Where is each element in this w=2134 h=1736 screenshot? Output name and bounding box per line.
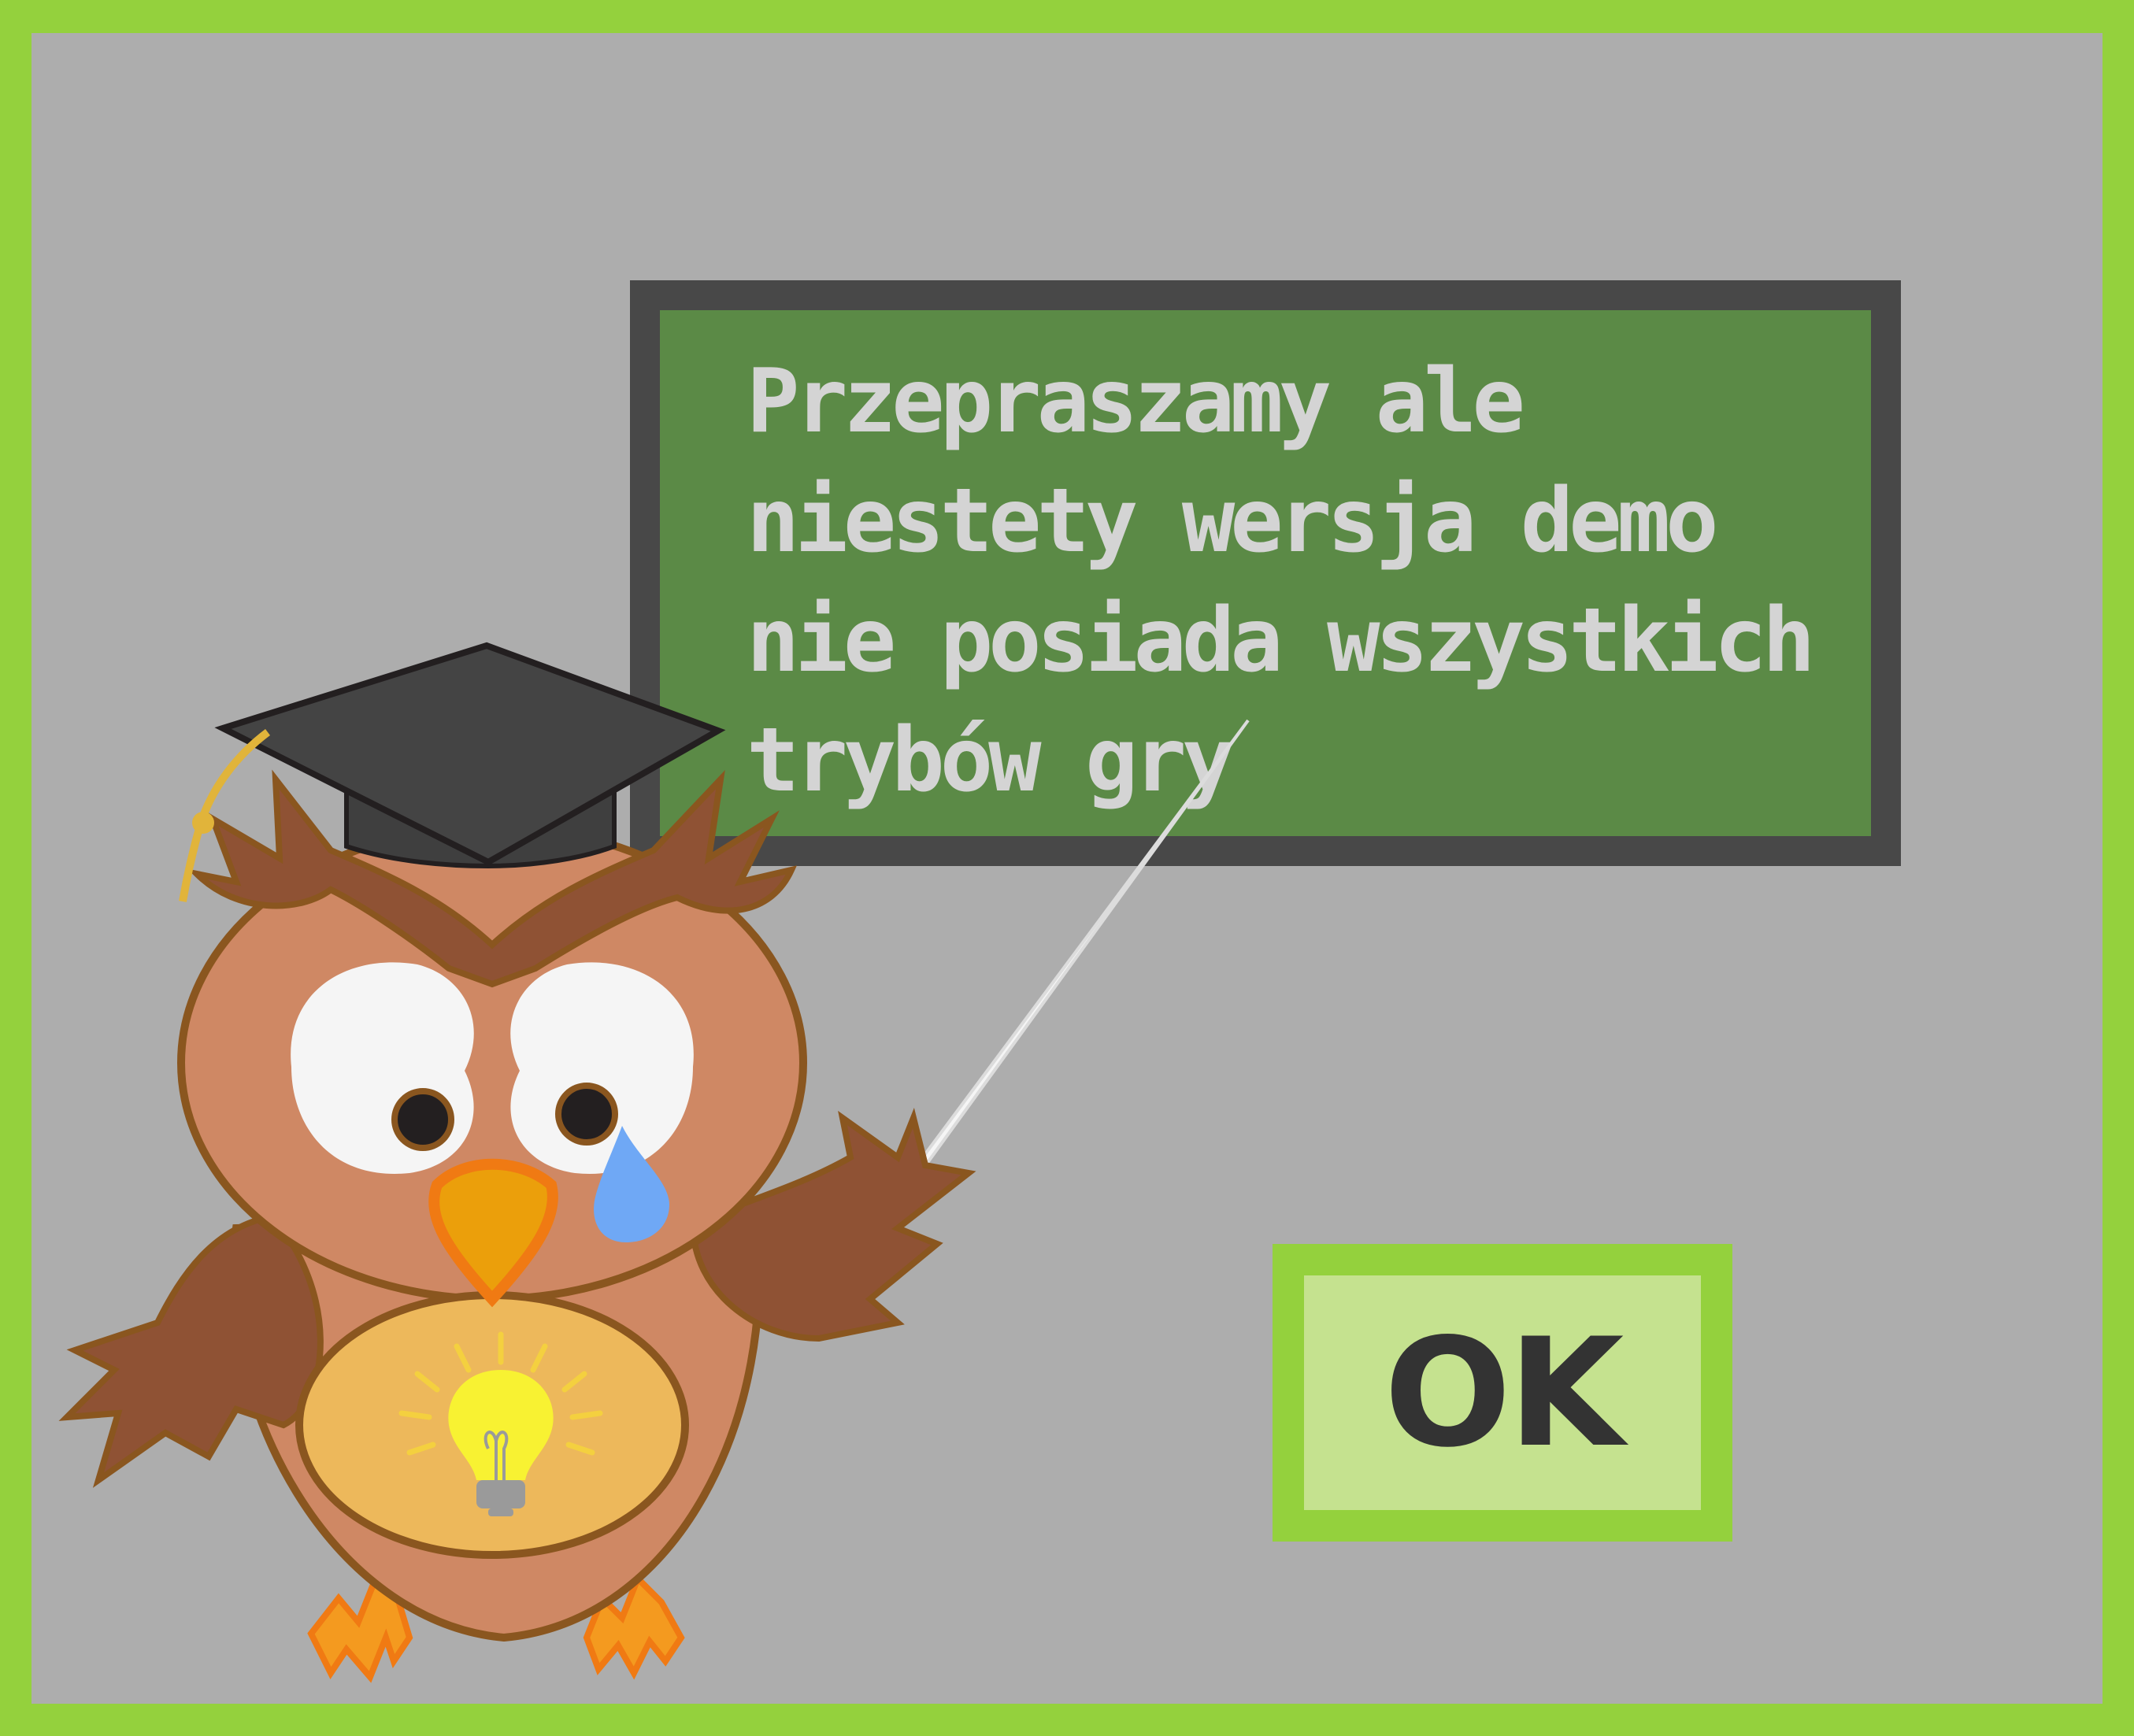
chalkboard: Przepraszamy ale niestety wersja demo ni… (630, 280, 1901, 866)
chalkboard-surface: Przepraszamy ale niestety wersja demo ni… (660, 310, 1871, 836)
dialog-message: Przepraszamy ale niestety wersja demo ni… (747, 350, 1815, 812)
ok-button-face[interactable]: OK (1304, 1275, 1701, 1510)
ok-button-label: OK (1384, 1305, 1625, 1480)
ok-button[interactable]: OK (1273, 1244, 1732, 1542)
